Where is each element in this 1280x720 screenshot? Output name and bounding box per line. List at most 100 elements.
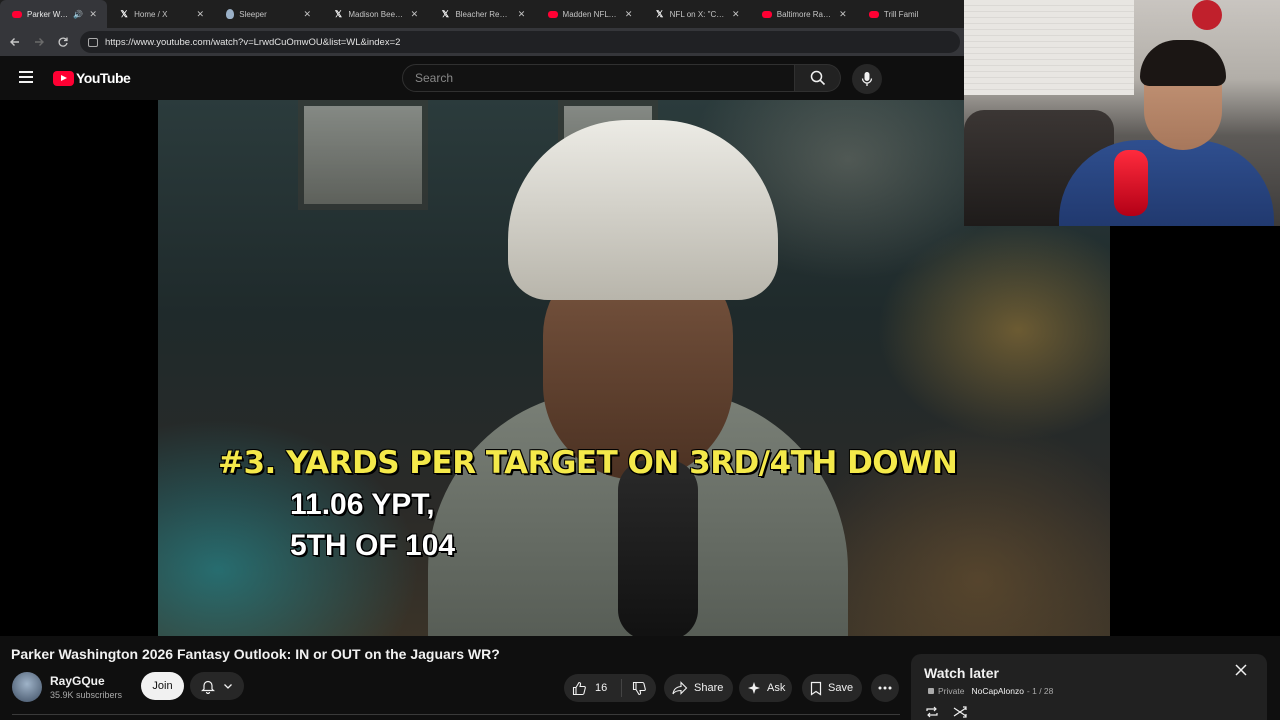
chevron-down-icon [223,684,232,689]
like-dislike-group: 16 [564,674,656,702]
webcam-overlay [964,0,1280,226]
tab-label: NFL on X: "Comm [669,9,726,19]
share-label: Share [694,682,724,694]
tab-label: Baltimore Ravens [776,9,833,19]
browser-tab[interactable]: 𝕏 Home / X ✕ [107,0,214,28]
more-horizontal-icon [878,686,892,690]
youtube-icon [868,10,879,18]
voice-search-button[interactable] [852,64,882,94]
playlist-controls [925,706,967,718]
browser-tab[interactable]: Madden NFL 08 - ✕ [536,0,643,28]
speaker-icon[interactable]: 🔊 [73,10,83,19]
youtube-icon [761,10,772,18]
playlist-privacy: Private [938,686,965,696]
window-blinds [964,0,1134,95]
search-icon [810,70,825,86]
streamer-hair [1140,40,1226,86]
address-bar[interactable]: https://www.youtube.com/watch?v=LrwdCuOm… [80,31,960,53]
playlist-panel: Watch later Private NoCapAlonzo - 1 / 28 [911,654,1267,720]
thumbs-down-icon [632,681,646,695]
red-lamp [1114,150,1148,216]
url-text: https://www.youtube.com/watch?v=LrwdCuOm… [105,36,401,48]
x-icon: 𝕏 [120,8,128,19]
youtube-icon [547,10,558,18]
x-icon: 𝕏 [441,8,450,19]
close-tab-icon[interactable]: ✕ [516,9,528,20]
tab-label: Madden NFL 08 - [562,9,619,19]
close-tab-icon[interactable]: ✕ [623,9,635,20]
divider [12,714,900,715]
close-tab-icon[interactable]: ✕ [837,9,849,20]
video-title: Parker Washington 2026 Fantasy Outlook: … [11,646,500,662]
close-tab-icon[interactable]: ✕ [87,9,99,20]
browser-tab[interactable]: Trill Famil [857,0,964,28]
close-tab-icon[interactable]: ✕ [301,9,313,20]
ask-label: Ask [767,682,786,694]
browser-tab-active[interactable]: Parker Washin 🔊 ✕ [0,0,108,28]
playlist-title[interactable]: Watch later [924,665,999,681]
share-arrow-icon [672,681,688,695]
browser-tab[interactable]: Sleeper ✕ [214,0,321,28]
search-placeholder: Search [415,71,454,85]
close-playlist-button[interactable] [1235,664,1247,676]
tab-label: Bleacher Report o [455,9,512,19]
browser-tab[interactable]: Baltimore Ravens ✕ [750,0,857,28]
playlist-owner[interactable]: NoCapAlonzo [971,686,1023,696]
forward-arrow-icon[interactable] [27,30,51,54]
tab-label: Home / X [134,9,168,19]
youtube-logo[interactable]: YouTube [53,70,131,86]
studio-microphone [618,460,698,636]
close-icon [1235,664,1247,676]
save-button[interactable]: Save [802,674,862,702]
subscriber-count: 35.9K subscribers [50,690,123,700]
video-overlay-title: #3. YARDS PER TARGET ON 3RD/4TH DOWN [218,445,958,481]
presenter-bucket-hat [508,120,778,300]
red-ornament [1192,0,1222,30]
logo-text: YouTube [76,70,131,86]
join-button[interactable]: Join [141,672,184,700]
background-picture-frame [298,100,428,210]
dislike-button[interactable] [622,681,656,696]
save-label: Save [828,682,854,694]
search-button[interactable] [795,64,841,92]
back-arrow-icon[interactable] [3,30,27,54]
close-tab-icon[interactable]: ✕ [194,9,206,20]
video-details: Parker Washington 2026 Fantasy Outlook: … [0,636,1280,720]
x-icon: 𝕏 [656,8,664,19]
thumbs-up-icon [572,681,586,695]
share-button[interactable]: Share [664,674,733,702]
menu-icon[interactable] [19,71,33,83]
shuffle-icon[interactable] [953,706,967,718]
browser-tab[interactable]: 𝕏 Bleacher Report o ✕ [428,0,535,28]
search-input[interactable]: Search [402,64,795,92]
youtube-icon [12,10,22,18]
tab-label: Sleeper [239,9,267,19]
like-count: 16 [595,682,608,694]
sleeper-icon [226,9,235,19]
browser-tab[interactable]: 𝕏 NFL on X: "Comm ✕ [643,0,750,28]
browser-tab-strip: Parker Washin 🔊 ✕ 𝕏 Home / X ✕ Sleeper ✕… [0,0,964,28]
site-info-icon[interactable] [88,37,98,47]
channel-name[interactable]: RayGQue [50,674,105,688]
close-tab-icon[interactable]: ✕ [730,9,742,20]
microphone-icon [861,72,873,86]
browser-toolbar: https://www.youtube.com/watch?v=LrwdCuOm… [0,28,964,56]
reload-icon[interactable] [51,30,75,54]
close-tab-icon[interactable]: ✕ [408,9,420,20]
more-actions-button[interactable] [871,674,899,702]
ask-button[interactable]: Ask [739,674,792,702]
bell-icon [201,680,216,694]
playlist-meta: Private NoCapAlonzo - 1 / 28 [928,686,1053,696]
tab-label: Madison Beer Ne [348,9,405,19]
loop-icon[interactable] [925,706,939,718]
tab-label: Trill Famil [883,9,919,19]
bookmark-icon [810,681,822,696]
like-button[interactable]: 16 [564,679,622,697]
tab-label: Parker Washin [27,9,71,19]
lock-icon [928,688,934,694]
video-overlay-stat: 5TH OF 104 [290,529,456,562]
subscribed-notifications-button[interactable] [190,672,244,700]
browser-tab[interactable]: 𝕏 Madison Beer Ne ✕ [321,0,428,28]
youtube-header: YouTube Search [0,56,964,100]
channel-avatar[interactable] [12,672,42,702]
